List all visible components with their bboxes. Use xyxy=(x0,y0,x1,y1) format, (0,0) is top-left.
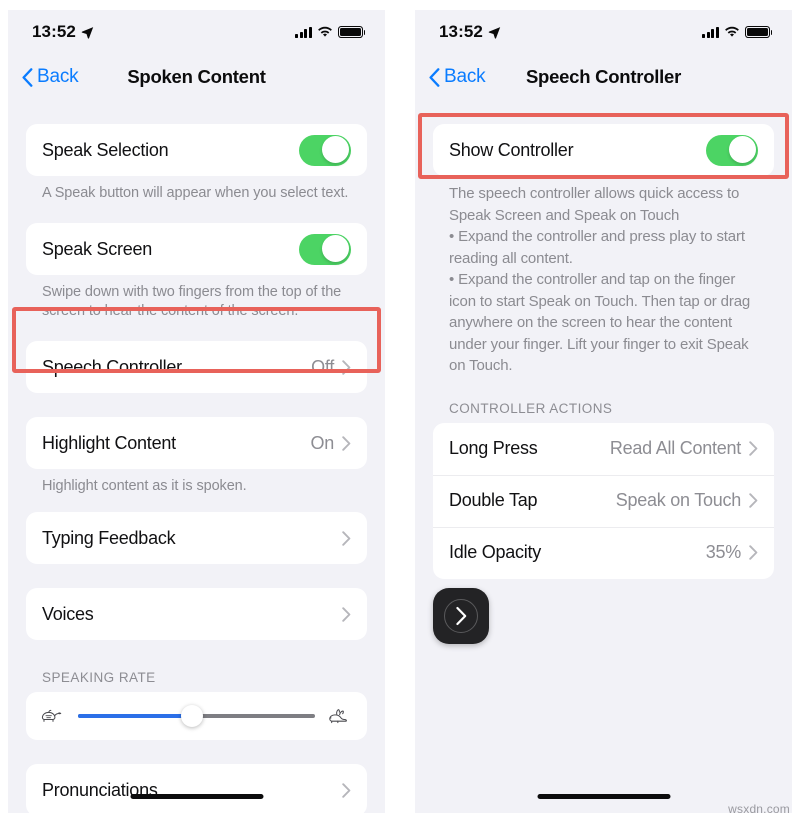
footnote-speak-selection: A Speak button will appear when you sele… xyxy=(42,185,349,201)
row-label-long-press: Long Press xyxy=(449,438,538,458)
chevron-right-icon xyxy=(342,530,351,546)
row-speak-selection[interactable]: Speak Selection xyxy=(26,124,367,176)
nav-bar-right: Back Speech Controller xyxy=(415,54,792,100)
chevron-right-icon xyxy=(749,441,758,456)
settings-list-left: Speak Selection A Speak button will appe… xyxy=(8,100,385,813)
row-long-press[interactable]: Long Press Read All Content xyxy=(433,423,774,475)
row-speech-controller[interactable]: Speech Controller Off xyxy=(26,341,367,393)
row-show-controller[interactable]: Show Controller xyxy=(433,124,774,176)
row-value-double-tap: Speak on Touch xyxy=(615,490,742,510)
row-value-long-press: Read All Content xyxy=(609,438,741,458)
card-pronunciations: Pronunciations xyxy=(26,764,367,813)
status-bar-time: 13:52 xyxy=(32,22,76,41)
card-highlight-content: Highlight Content On xyxy=(26,417,367,469)
chevron-left-icon xyxy=(429,67,440,87)
card-speak-screen: Speak Screen xyxy=(26,223,367,275)
chevron-left-icon xyxy=(22,67,33,87)
row-idle-opacity[interactable]: Idle Opacity 35% xyxy=(433,527,774,579)
wifi-icon xyxy=(318,26,332,37)
back-button-left[interactable]: Back xyxy=(8,66,79,88)
status-bar-indicators-left xyxy=(295,26,366,38)
cellular-signal-icon xyxy=(702,26,719,38)
rabbit-icon xyxy=(329,709,347,724)
row-label-show-controller: Show Controller xyxy=(449,139,574,160)
speaking-rate-slider-fill xyxy=(78,714,192,718)
battery-full-icon xyxy=(745,26,773,38)
status-bar-time: 13:52 xyxy=(439,22,483,41)
row-double-tap[interactable]: Double Tap Speak on Touch xyxy=(433,475,774,527)
chevron-right-icon xyxy=(749,545,758,560)
location-arrow-icon xyxy=(81,26,94,39)
chevron-right-icon xyxy=(444,599,478,633)
row-value-highlight-content: On xyxy=(310,432,334,453)
card-voices: Voices xyxy=(26,588,367,640)
card-speak-selection: Speak Selection xyxy=(26,124,367,176)
toggle-speak-selection[interactable] xyxy=(299,134,351,166)
card-speaking-rate xyxy=(26,692,367,740)
speaking-rate-slider[interactable] xyxy=(78,705,315,727)
row-typing-feedback[interactable]: Typing Feedback xyxy=(26,512,367,564)
card-speech-controller: Speech Controller Off xyxy=(26,341,367,393)
row-label-speak-screen: Speak Screen xyxy=(42,238,153,259)
footnote-highlight-content: Highlight content as it is spoken. xyxy=(42,478,247,494)
toggle-show-controller[interactable] xyxy=(706,134,758,166)
status-bar-indicators-right xyxy=(702,26,773,38)
section-header-controller-actions: CONTROLLER ACTIONS xyxy=(449,400,613,416)
section-header-speaking-rate: SPEAKING RATE xyxy=(42,670,156,685)
back-button-right[interactable]: Back xyxy=(415,66,486,88)
row-voices[interactable]: Voices xyxy=(26,588,367,640)
row-label-speak-selection: Speak Selection xyxy=(42,139,169,160)
screenshot-stage: 13:52 Back Spoken Content Speak Selectio… xyxy=(0,0,800,823)
back-button-label-right: Back xyxy=(444,66,486,87)
cellular-signal-icon xyxy=(295,26,312,38)
row-label-highlight-content: Highlight Content xyxy=(42,432,176,453)
status-bar-right: 13:52 xyxy=(415,10,792,54)
chevron-right-icon xyxy=(342,606,351,622)
row-highlight-content[interactable]: Highlight Content On xyxy=(26,417,367,469)
row-label-typing-feedback: Typing Feedback xyxy=(42,527,176,548)
speaking-rate-slider-handle[interactable] xyxy=(180,705,203,727)
row-label-speech-controller: Speech Controller xyxy=(42,356,182,377)
location-arrow-icon xyxy=(488,26,501,39)
row-label-double-tap: Double Tap xyxy=(449,490,538,510)
phone-screen-spoken-content: 13:52 Back Spoken Content Speak Selectio… xyxy=(8,10,385,813)
floating-speech-controller-button[interactable] xyxy=(433,588,489,644)
settings-list-right: Show Controller The speech controller al… xyxy=(415,100,792,579)
card-show-controller: Show Controller xyxy=(433,124,774,176)
row-value-speech-controller: Off xyxy=(311,356,334,377)
row-label-voices: Voices xyxy=(42,603,94,624)
battery-full-icon xyxy=(338,26,366,38)
wifi-icon xyxy=(725,26,739,37)
chevron-right-icon xyxy=(342,359,351,375)
status-bar-time-group-right: 13:52 xyxy=(439,22,501,42)
card-controller-actions: Long Press Read All Content Double Tap S… xyxy=(433,422,774,579)
description-speech-controller: The speech controller allows quick acces… xyxy=(449,185,751,374)
chevron-right-icon xyxy=(342,435,351,451)
tortoise-icon xyxy=(41,709,62,722)
row-speak-screen[interactable]: Speak Screen xyxy=(26,223,367,275)
back-button-label-left: Back xyxy=(37,66,79,87)
footnote-speak-screen: Swipe down with two fingers from the top… xyxy=(42,284,342,319)
status-bar-time-group: 13:52 xyxy=(32,22,94,42)
row-pronunciations[interactable]: Pronunciations xyxy=(26,764,367,813)
home-indicator-left xyxy=(130,794,263,799)
card-typing-feedback: Typing Feedback xyxy=(26,512,367,564)
chevron-right-icon xyxy=(749,493,758,508)
toggle-speak-screen[interactable] xyxy=(299,233,351,265)
home-indicator-right xyxy=(537,794,670,799)
row-value-idle-opacity: 35% xyxy=(705,542,742,562)
status-bar-left: 13:52 xyxy=(8,10,385,54)
phone-screen-speech-controller: 13:52 Back Speech Controller Show Contro… xyxy=(415,10,792,813)
chevron-right-icon xyxy=(342,782,351,798)
row-label-idle-opacity: Idle Opacity xyxy=(449,542,542,562)
watermark: wsxdn.com xyxy=(728,802,790,816)
nav-bar-left: Back Spoken Content xyxy=(8,54,385,100)
